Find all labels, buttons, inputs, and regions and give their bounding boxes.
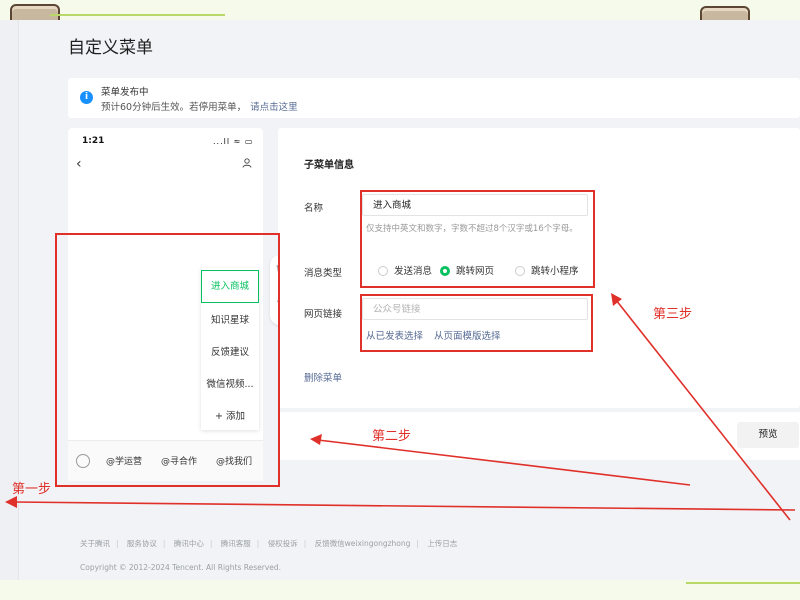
step-1-label: 第一步 <box>12 482 52 497</box>
annotation-arrows <box>5 293 796 521</box>
step-2-label: 第二步 <box>372 429 412 444</box>
step-3-label: 第三步 <box>653 307 693 322</box>
